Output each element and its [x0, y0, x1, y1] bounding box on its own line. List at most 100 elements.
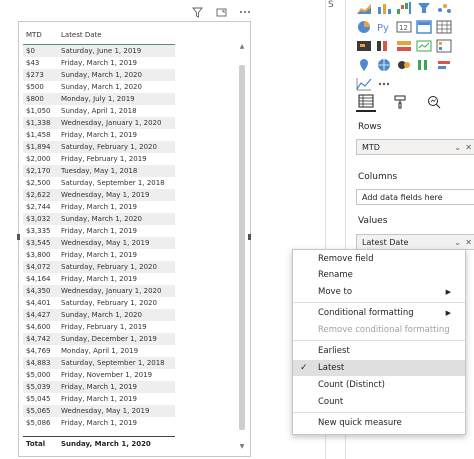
python-visual-icon[interactable]: Py	[376, 19, 396, 38]
cell-mtd: $4,742	[26, 335, 51, 343]
funnel-chart-icon[interactable]	[416, 0, 436, 19]
table-row[interactable]: $1,894 Saturday, February 1, 2020	[23, 141, 175, 153]
table-row[interactable]: $4,401 Saturday, February 1, 2020	[23, 297, 175, 309]
menu-item-rename[interactable]: Rename	[293, 267, 465, 283]
checkmark-icon: ✓	[300, 363, 308, 373]
menu-item-earliest[interactable]: Earliest	[293, 343, 465, 359]
table-row[interactable]: $5,065 Wednesday, May 1, 2019	[23, 405, 175, 417]
map-pin-icon[interactable]	[356, 57, 376, 76]
table-row[interactable]: $4,600 Friday, February 1, 2019	[23, 321, 175, 333]
visual-header-toolbar	[190, 5, 252, 19]
cell-mtd: $5,086	[26, 419, 51, 427]
table-row[interactable]: $4,883 Saturday, September 1, 2018	[23, 357, 175, 369]
values-field-well[interactable]: Latest Date ⌄ ✕	[356, 234, 474, 250]
format-paint-roller-icon[interactable]	[390, 93, 410, 111]
fields-tab-icon[interactable]	[356, 92, 376, 112]
gauge-icon[interactable]	[376, 38, 396, 57]
table-visual[interactable]: MTD Latest Date $0 Saturday, June 1, 2019…	[17, 21, 251, 457]
cell-mtd: $4,401	[26, 299, 51, 307]
slicer-icon[interactable]	[436, 38, 456, 57]
scroll-down-arrow-icon[interactable]: ▼	[238, 443, 246, 451]
scroll-thumb[interactable]	[239, 65, 245, 430]
cell-mtd: $4,072	[26, 263, 51, 271]
table-row[interactable]: $5,086 Friday, March 1, 2019	[23, 417, 175, 429]
resize-handle-left[interactable]	[17, 234, 20, 240]
cell-mtd: $1,050	[26, 107, 51, 115]
cell-mtd: $500	[26, 83, 44, 91]
ribbon-chart-icon[interactable]	[376, 0, 396, 19]
menu-separator	[293, 412, 465, 413]
table-row[interactable]: $2,744 Friday, March 1, 2019	[23, 201, 175, 213]
kpi-icon[interactable]	[416, 38, 436, 57]
table-row[interactable]: $5,045 Friday, March 1, 2019	[23, 393, 175, 405]
table-row[interactable]: $1,050 Sunday, April 1, 2018	[23, 105, 175, 117]
more-options-icon[interactable]	[238, 5, 252, 19]
table-row[interactable]: $4,427 Sunday, March 1, 2020	[23, 309, 175, 321]
stacked-area-chart-icon[interactable]	[356, 0, 376, 19]
menu-item-remove-field[interactable]: Remove field	[293, 251, 465, 267]
waterfall-chart-icon[interactable]	[396, 0, 416, 19]
pie-chart-icon[interactable]	[356, 19, 376, 38]
menu-item-move-to[interactable]: Move to ▶	[293, 284, 465, 300]
table-row[interactable]: $5,000 Friday, November 1, 2019	[23, 369, 175, 381]
table-row[interactable]: $800 Monday, July 1, 2019	[23, 93, 175, 105]
menu-item-label: Count	[318, 397, 344, 407]
table-visual-icon[interactable]	[416, 19, 436, 38]
table-row[interactable]: $4,742 Sunday, December 1, 2019	[23, 333, 175, 345]
card-icon[interactable]: 12	[396, 19, 416, 38]
menu-item-new-quick-measure[interactable]: New quick measure	[293, 415, 465, 431]
menu-item-conditional-formatting[interactable]: Conditional formatting ▶	[293, 305, 465, 321]
remove-field-x-icon[interactable]: ✕	[465, 235, 472, 251]
focus-mode-icon[interactable]	[214, 5, 228, 19]
table-scrollbar[interactable]: ▲ ▼	[238, 43, 246, 451]
remove-field-x-icon[interactable]: ✕	[465, 140, 472, 156]
table-row[interactable]: $4,350 Wednesday, January 1, 2020	[23, 285, 175, 297]
table-row[interactable]: $4,072 Saturday, February 1, 2020	[23, 261, 175, 273]
table-row[interactable]: $3,335 Friday, March 1, 2019	[23, 225, 175, 237]
cell-latest-date: Tuesday, May 1, 2018	[61, 167, 138, 175]
table-row[interactable]: $3,032 Sunday, March 1, 2020	[23, 213, 175, 225]
columns-drop-zone[interactable]: Add data fields here	[356, 189, 474, 205]
scatter-chart-icon[interactable]	[436, 0, 456, 19]
column-header-mtd[interactable]: MTD	[23, 27, 57, 44]
table-row[interactable]: $2,622 Wednesday, May 1, 2019	[23, 189, 175, 201]
table-row[interactable]: $5,039 Friday, March 1, 2019	[23, 381, 175, 393]
resize-handle-right[interactable]	[248, 234, 251, 240]
cell-latest-date: Sunday, March 1, 2020	[61, 71, 142, 79]
table-row[interactable]: $1,338 Wednesday, January 1, 2020	[23, 117, 175, 129]
qa-visual-icon[interactable]	[396, 57, 416, 76]
chevron-down-icon[interactable]: ⌄	[454, 140, 461, 156]
table-row[interactable]: $4,164 Friday, March 1, 2019	[23, 273, 175, 285]
cell-mtd: $4,350	[26, 287, 51, 295]
rows-field-well[interactable]: MTD ⌄ ✕	[356, 139, 474, 155]
table-row[interactable]: $273 Sunday, March 1, 2020	[23, 69, 175, 81]
cell-mtd: $5,039	[26, 383, 51, 391]
table-header: MTD Latest Date	[23, 27, 175, 45]
table-row[interactable]: $3,800 Friday, March 1, 2019	[23, 249, 175, 261]
table-row[interactable]: $500 Sunday, March 1, 2020	[23, 81, 175, 93]
scroll-up-arrow-icon[interactable]: ▲	[238, 43, 246, 51]
globe-icon[interactable]	[376, 57, 396, 76]
menu-item-count[interactable]: Count	[293, 394, 465, 410]
menu-item-latest[interactable]: ✓ Latest	[293, 360, 465, 376]
menu-item-count-distinct[interactable]: Count (Distinct)	[293, 377, 465, 393]
table-row[interactable]: $2,000 Friday, February 1, 2019	[23, 153, 175, 165]
analytics-magnifier-icon[interactable]	[424, 93, 444, 111]
table-row[interactable]: $43 Friday, March 1, 2019	[23, 57, 175, 69]
table-row[interactable]: $2,170 Tuesday, May 1, 2018	[23, 165, 175, 177]
table-row[interactable]: $3,545 Wednesday, May 1, 2019	[23, 237, 175, 249]
total-value: Sunday, March 1, 2020	[61, 440, 151, 448]
filter-icon[interactable]	[190, 5, 204, 19]
matrix-visual-icon[interactable]	[436, 19, 456, 38]
decomposition-tree-icon[interactable]	[416, 57, 436, 76]
table-row[interactable]: $0 Saturday, June 1, 2019	[23, 45, 175, 57]
r-visual-icon[interactable]	[436, 57, 456, 76]
filters-pane-tab-letter[interactable]: S	[328, 0, 334, 10]
table-row[interactable]: $4,769 Monday, April 1, 2019	[23, 345, 175, 357]
cell-mtd: $3,335	[26, 227, 51, 235]
filled-map-icon[interactable]	[356, 38, 376, 57]
table-row[interactable]: $2,500 Saturday, September 1, 2018	[23, 177, 175, 189]
table-row[interactable]: $1,458 Friday, March 1, 2019	[23, 129, 175, 141]
multi-row-card-icon[interactable]	[396, 38, 416, 57]
column-header-latest-date[interactable]: Latest Date	[57, 27, 102, 44]
